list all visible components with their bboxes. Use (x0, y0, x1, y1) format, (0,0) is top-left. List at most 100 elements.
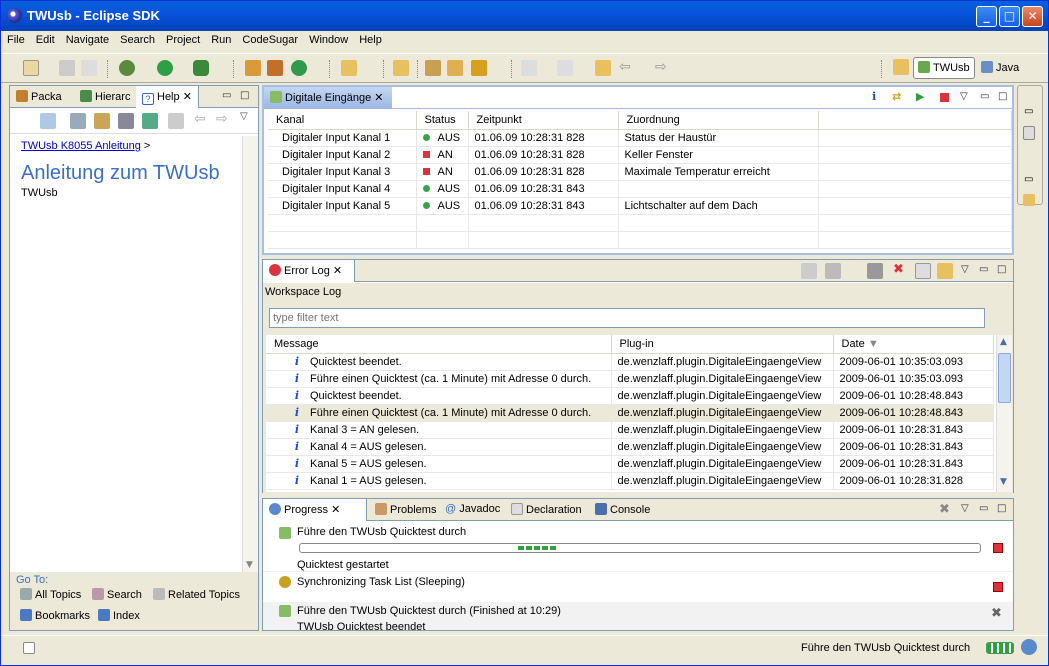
maximize-view-icon[interactable]: □ (998, 91, 1007, 102)
filter-input[interactable] (269, 308, 985, 328)
log-row[interactable]: i Führe einen Quicktest (ca. 1 Minute) mi… (266, 404, 994, 422)
log-row[interactable]: i Quicktest beendet. de.wenzlaff.plugin.Di… (266, 353, 994, 371)
tab-hierarchy[interactable]: Hierarc (74, 86, 136, 108)
col-zeitpunkt[interactable]: Zeitpunkt (468, 111, 619, 130)
open-log-icon[interactable] (915, 263, 931, 279)
bookmark-icon[interactable] (142, 113, 158, 129)
col-plugin[interactable]: Plug-in (611, 335, 834, 354)
index-link[interactable]: Index (98, 609, 140, 622)
menu-search[interactable]: Search (114, 31, 160, 46)
info-icon[interactable]: i (872, 90, 876, 103)
open-task-icon[interactable] (425, 60, 441, 76)
next-annotation-icon[interactable] (521, 60, 537, 76)
restore-log-icon[interactable] (937, 263, 953, 279)
tab-console[interactable]: Console (589, 499, 656, 521)
cancel-job-2-icon[interactable] (993, 582, 1003, 592)
stop-icon[interactable] (940, 93, 949, 102)
menu-edit[interactable]: Edit (30, 31, 60, 46)
scroll-up-icon[interactable]: ▲ (1000, 337, 1007, 347)
import-log-icon[interactable] (825, 263, 841, 279)
clear-log-icon[interactable] (867, 263, 883, 279)
log-row[interactable]: i Kanal 3 = AN gelesen. de.wenzlaff.plugin… (266, 421, 994, 439)
highlight-icon[interactable] (168, 113, 184, 129)
refresh-icon[interactable]: ⇄ (892, 90, 901, 103)
col-date[interactable]: Date ▼ (833, 335, 994, 354)
col-message[interactable]: Message (266, 335, 612, 354)
tab-package-explorer[interactable]: Packa (10, 86, 68, 108)
outline-icon[interactable] (1023, 126, 1035, 140)
view-menu-icon[interactable]: ▽ (961, 503, 969, 514)
close-tab-icon[interactable]: ✕ (333, 265, 342, 277)
tab-error-log[interactable]: Error Log ✕ (263, 260, 355, 282)
progress-view-icon[interactable] (1021, 639, 1037, 655)
log-row[interactable]: i Quicktest beendet. de.wenzlaff.plugin.Di… (266, 387, 994, 405)
new-icon[interactable] (23, 60, 39, 76)
open-resource-icon[interactable] (447, 60, 463, 76)
maximize-view-icon[interactable]: □ (997, 264, 1006, 275)
breadcrumb-link[interactable]: TWUsb K8055 Anleitung (21, 140, 141, 152)
col-zuordnung[interactable]: Zuordnung (618, 111, 819, 130)
remove-job-3-icon[interactable]: ✖ (991, 605, 1002, 621)
minimize-view-icon[interactable]: ▭ (980, 91, 989, 102)
menu-codesugar[interactable]: CodeSugar (236, 31, 303, 46)
table-row[interactable]: Digitaler Input Kanal 4 AUS 01.06.09 10:28… (268, 180, 1012, 198)
cancel-job-1-icon[interactable] (993, 543, 1003, 553)
show-in-contents-icon[interactable] (40, 113, 56, 129)
back-icon[interactable]: ⇦ (619, 60, 635, 76)
bookmarks-link[interactable]: Bookmarks (20, 609, 90, 622)
log-scrollbar[interactable]: ▲ ▼ (996, 335, 1012, 492)
menu-run[interactable]: Run (205, 31, 236, 46)
scroll-thumb[interactable] (998, 353, 1011, 403)
table-row[interactable]: Digitaler Input Kanal 3 AN 01.06.09 10:28:… (268, 163, 1012, 181)
tab-progress[interactable]: Progress ✕ (263, 499, 367, 521)
print-icon[interactable] (81, 60, 97, 76)
menu-help[interactable]: Help (353, 31, 387, 46)
maximize-view-icon[interactable]: □ (240, 90, 249, 101)
search-scope-icon[interactable] (70, 113, 86, 129)
log-row[interactable]: i Führe einen Quicktest (ca. 1 Minute) mi… (266, 370, 994, 388)
minimize-button[interactable]: _ (976, 6, 997, 27)
menu-navigate[interactable]: Navigate (60, 31, 114, 46)
task-list-icon[interactable] (1023, 194, 1035, 206)
save-icon[interactable] (59, 60, 75, 76)
run-icon[interactable] (157, 60, 173, 76)
new-java-project-icon[interactable] (245, 60, 261, 76)
close-tab-icon[interactable]: ✕ (331, 504, 340, 516)
export-log-icon[interactable] (801, 263, 817, 279)
close-tab-icon[interactable]: ✕ (374, 92, 383, 104)
fast-view-icon[interactable] (23, 642, 35, 654)
open-perspective-icon[interactable] (893, 59, 909, 75)
scroll-down-icon[interactable]: ▼ (246, 560, 253, 570)
table-row[interactable]: Digitaler Input Kanal 1 AUS 01.06.09 10:28… (268, 129, 1012, 147)
start-icon[interactable]: ▶ (916, 90, 924, 103)
tab-digitale-eingaenge[interactable]: Digitale Eingänge ✕ (264, 87, 392, 109)
minimize-view-icon[interactable]: ▭ (979, 503, 988, 514)
col-status[interactable]: Status (416, 111, 469, 130)
print-topic-icon[interactable] (118, 113, 134, 129)
external-tools-icon[interactable] (193, 60, 209, 76)
tab-problems[interactable]: Problems (369, 499, 442, 521)
minimize-view-icon[interactable]: ▭ (979, 264, 988, 275)
close-tab-icon[interactable]: ✕ (183, 91, 192, 103)
minimize-view-icon[interactable]: ▭ (222, 90, 231, 101)
search-icon[interactable] (471, 60, 487, 76)
log-row[interactable]: i Kanal 1 = AUS gelesen. de.wenzlaff.plugi… (266, 472, 994, 490)
restore-icon[interactable]: ▭ (1024, 174, 1033, 185)
all-topics-link[interactable]: All Topics (20, 588, 81, 601)
delete-log-icon[interactable]: ✖ (893, 262, 904, 277)
perspective-java[interactable]: Java (981, 57, 1029, 79)
synchronize-icon[interactable] (94, 113, 110, 129)
new-package-icon[interactable] (267, 60, 283, 76)
remove-all-finished-icon[interactable]: ✖ (939, 502, 950, 517)
perspective-twusb[interactable]: TWUsb (913, 57, 975, 79)
tab-declaration[interactable]: Declaration (505, 499, 588, 521)
title-bar[interactable]: TWUsb - Eclipse SDK _ □ ✕ (1, 1, 1048, 31)
related-topics-link[interactable]: Related Topics (153, 588, 240, 601)
menu-file[interactable]: File (1, 31, 30, 46)
view-menu-icon[interactable]: ▽ (960, 91, 968, 102)
view-menu-icon[interactable]: ▽ (240, 111, 256, 127)
log-row[interactable]: i Kanal 5 = AUS gelesen. de.wenzlaff.plugi… (266, 455, 994, 473)
menu-project[interactable]: Project (160, 31, 205, 46)
table-row[interactable]: Digitaler Input Kanal 5 AUS 01.06.09 10:28… (268, 197, 1012, 215)
open-folder-icon[interactable] (393, 60, 409, 76)
